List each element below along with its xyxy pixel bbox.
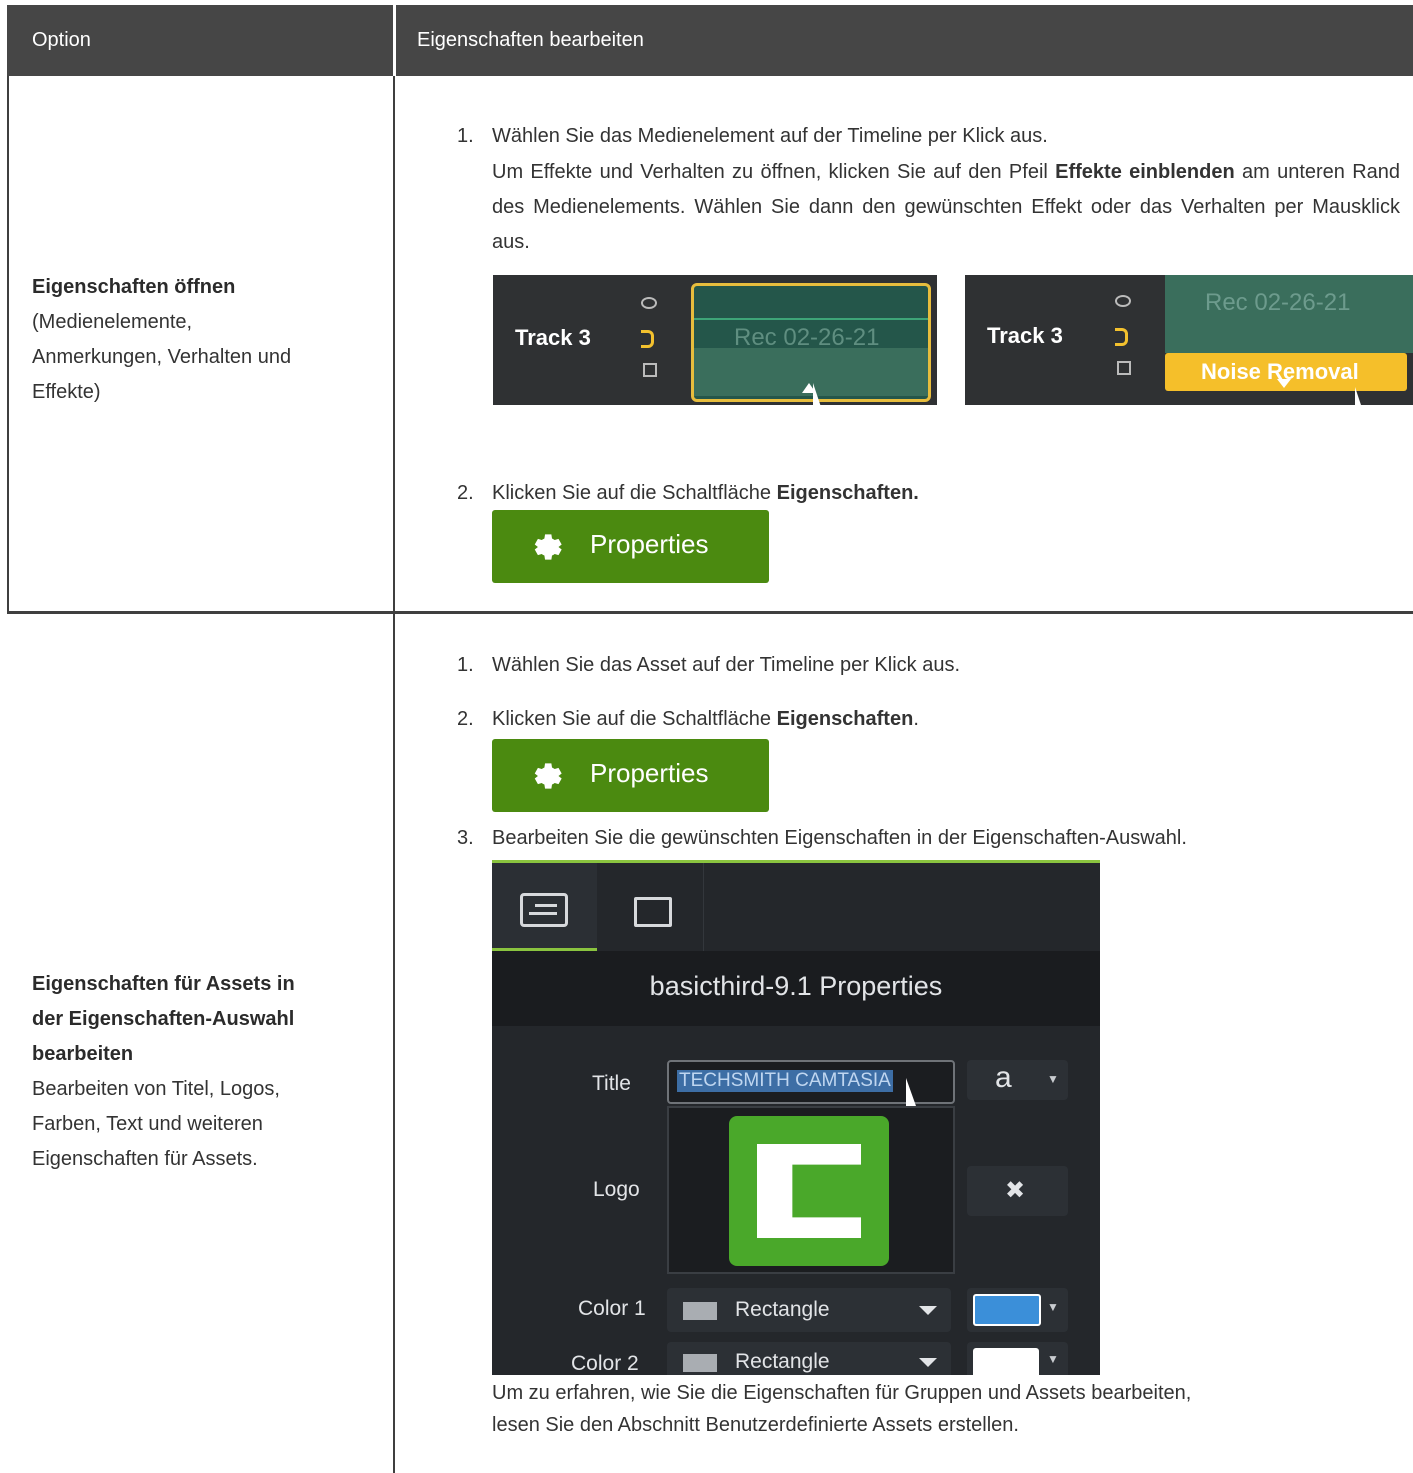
row1-effects-paragraph: Um Effekte und Verhalten zu öffnen, klic… — [492, 155, 1400, 260]
color1-label: Color 1 — [578, 1297, 646, 1320]
row1-step2-pre: Klicken Sie auf die Schaltfläche — [492, 482, 777, 504]
rectangle-icon — [683, 1354, 717, 1372]
eye-icon — [1115, 295, 1131, 307]
timeline-track-a: Track 3 Rec 02-26-21 — [493, 275, 937, 407]
row1-desc-line: Effekte) — [32, 381, 101, 403]
properties-button[interactable]: Properties — [492, 739, 769, 812]
remove-logo-button[interactable]: ✖ — [967, 1166, 1068, 1216]
film-icon — [634, 897, 672, 927]
camtasia-logo — [729, 1116, 889, 1266]
row2-step2-text: Klicken Sie auf die Schaltfläche Eigensc… — [492, 702, 1400, 737]
media-clip-selected[interactable]: Rec 02-26-21 — [691, 283, 931, 402]
row1-option-cell: Eigenschaften öffnen (Medienelemente, An… — [32, 270, 372, 410]
header-divider — [393, 5, 396, 76]
row1-step2-text: Klicken Sie auf die Schaltfläche Eigensc… — [492, 476, 1400, 511]
row1-title: Eigenschaften öffnen — [32, 276, 236, 298]
close-icon: ✖ — [1005, 1177, 1026, 1204]
timeline-track-b: Track 3 Rec 02-26-21 Noise Removal — [965, 275, 1413, 411]
tab-visual-properties[interactable] — [492, 863, 597, 951]
column-divider — [393, 76, 395, 1473]
properties-table: Option Eigenschaften bearbeiten Eigensch… — [7, 5, 1413, 1473]
row2-footer-line: lesen Sie den Abschnitt Benutzerdefinier… — [492, 1414, 1019, 1436]
properties-button-label: Properties — [590, 529, 709, 559]
track-b-clip-name: Rec 02-26-21 — [1205, 289, 1351, 316]
title-label: Title — [592, 1072, 631, 1095]
media-clip[interactable]: Rec 02-26-21 — [1165, 275, 1413, 353]
color1-shape-value: Rectangle — [735, 1298, 830, 1321]
chevron-down-icon: ▼ — [1047, 1072, 1059, 1086]
rectangle-icon — [683, 1302, 717, 1320]
row2-title-line: Eigenschaften für Assets in — [32, 973, 295, 995]
row1-para-pre: Um Effekte und Verhalten zu öffnen, klic… — [492, 161, 1056, 183]
chevron-down-icon: ▼ — [1047, 1352, 1059, 1366]
magnet-icon — [1115, 328, 1128, 346]
properties-tab-icon — [520, 893, 568, 927]
magnet-icon — [641, 330, 654, 348]
panel-title-bar: basicthird-9.1 Properties — [492, 951, 1100, 1026]
row1-para-bold: Effekte einblenden — [1055, 161, 1235, 183]
chevron-down-icon — [919, 1358, 937, 1367]
row2-option-cell: Eigenschaften für Assets in der Eigensch… — [32, 967, 372, 1177]
row2-step1-number: 1. — [457, 654, 474, 676]
row1-desc-line: Anmerkungen, Verhalten und — [32, 346, 292, 368]
chevron-down-icon — [919, 1306, 937, 1315]
color2-label: Color 2 — [571, 1352, 639, 1375]
color1-swatch — [973, 1294, 1041, 1326]
logo-label: Logo — [593, 1178, 640, 1201]
panel-title: basicthird-9.1 Properties — [649, 971, 943, 1001]
tab-video-properties[interactable] — [598, 863, 704, 951]
color2-shape-value: Rectangle — [735, 1350, 830, 1373]
color2-swatch — [973, 1348, 1039, 1375]
row2-step2-bold: Eigenschaften — [776, 708, 914, 730]
font-glyph: a — [995, 1061, 1012, 1094]
chevron-down-icon: ▼ — [1047, 1300, 1059, 1314]
hide-effects-arrow-icon[interactable] — [1277, 379, 1291, 388]
mouse-cursor-icon — [906, 1078, 928, 1106]
row2-step3-number: 3. — [457, 827, 474, 849]
lock-icon — [643, 363, 657, 377]
color1-picker[interactable]: ▼ — [967, 1288, 1068, 1332]
row2-title-line: bearbeiten — [32, 1043, 134, 1065]
mouse-cursor-icon — [813, 383, 831, 407]
color2-shape-dropdown[interactable]: Rectangle — [667, 1342, 951, 1375]
table-header: Option Eigenschaften bearbeiten — [7, 5, 1413, 76]
row1-step1-number: 1. — [457, 125, 474, 147]
logo-drop-area[interactable] — [667, 1106, 955, 1274]
row1-left-border — [7, 76, 9, 614]
track-a-label: Track 3 — [515, 325, 591, 350]
row1-step2-bold: Eigenschaften. — [776, 482, 919, 504]
color2-picker[interactable]: ▼ — [967, 1342, 1068, 1375]
gear-icon — [534, 763, 562, 789]
header-edit-properties: Eigenschaften bearbeiten — [417, 29, 644, 51]
eye-icon — [641, 297, 657, 309]
row2-step3-text: Bearbeiten Sie die gewünschten Eigenscha… — [492, 827, 1187, 849]
row1-step2-number: 2. — [457, 482, 474, 504]
lock-icon — [1117, 361, 1131, 375]
clip-audio-line — [694, 318, 928, 320]
title-input-value: TECHSMITH CAMTASIA — [677, 1070, 893, 1092]
color1-shape-dropdown[interactable]: Rectangle — [667, 1288, 951, 1332]
track-b-label: Track 3 — [987, 323, 1063, 348]
row2-desc-line: Bearbeiten von Titel, Logos, — [32, 1078, 280, 1100]
track-a-clip-name: Rec 02-26-21 — [734, 324, 880, 351]
row2-desc-line: Eigenschaften für Assets. — [32, 1148, 258, 1170]
mouse-cursor-icon — [1355, 387, 1373, 411]
row1-step1-text: Wählen Sie das Medienelement auf der Tim… — [492, 125, 1048, 147]
properties-button[interactable]: Properties — [492, 510, 769, 583]
row-divider — [7, 611, 1413, 614]
row2-step1-text: Wählen Sie das Asset auf der Timeline pe… — [492, 654, 961, 676]
header-option: Option — [32, 29, 91, 51]
row2-step2-number: 2. — [457, 708, 474, 730]
row2-desc-line: Farben, Text und weiteren — [32, 1113, 263, 1135]
properties-panel: basicthird-9.1 Properties Title TECHSMIT… — [492, 860, 1100, 1375]
row2-title-line: der Eigenschaften-Auswahl — [32, 1008, 295, 1030]
row2-footer-line: Um zu erfahren, wie Sie die Eigenschafte… — [492, 1382, 1192, 1404]
gear-icon — [534, 534, 562, 560]
font-dropdown[interactable]: a ▼ — [967, 1060, 1068, 1100]
row2-step2-pre: Klicken Sie auf die Schaltfläche — [492, 708, 777, 730]
noise-removal-effect[interactable]: Noise Removal — [1165, 353, 1407, 391]
row1-desc-line: (Medienelemente, — [32, 311, 193, 333]
properties-button-label: Properties — [590, 758, 709, 788]
row2-step2-post: . — [913, 708, 919, 730]
